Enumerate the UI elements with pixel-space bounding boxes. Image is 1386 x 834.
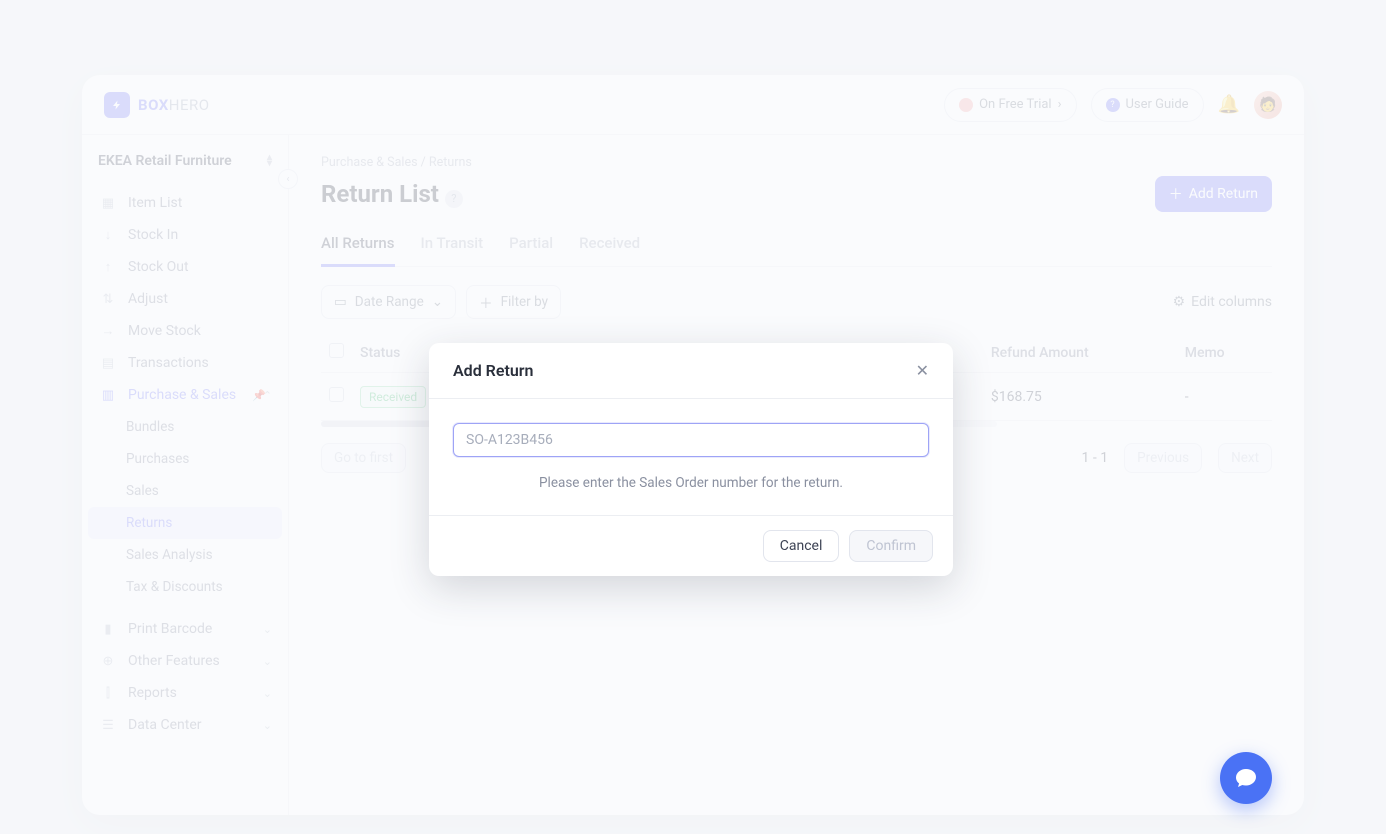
add-return-modal: Add Return ✕ Please enter the Sales Orde… <box>429 343 953 576</box>
modal-title: Add Return <box>453 361 533 380</box>
confirm-button[interactable]: Confirm <box>849 530 933 562</box>
modal-hint: Please enter the Sales Order number for … <box>453 475 929 491</box>
close-icon[interactable]: ✕ <box>916 361 929 380</box>
cancel-button[interactable]: Cancel <box>763 530 840 562</box>
chat-icon <box>1234 766 1258 790</box>
chat-fab[interactable] <box>1220 752 1272 804</box>
sales-order-input[interactable] <box>453 423 929 457</box>
